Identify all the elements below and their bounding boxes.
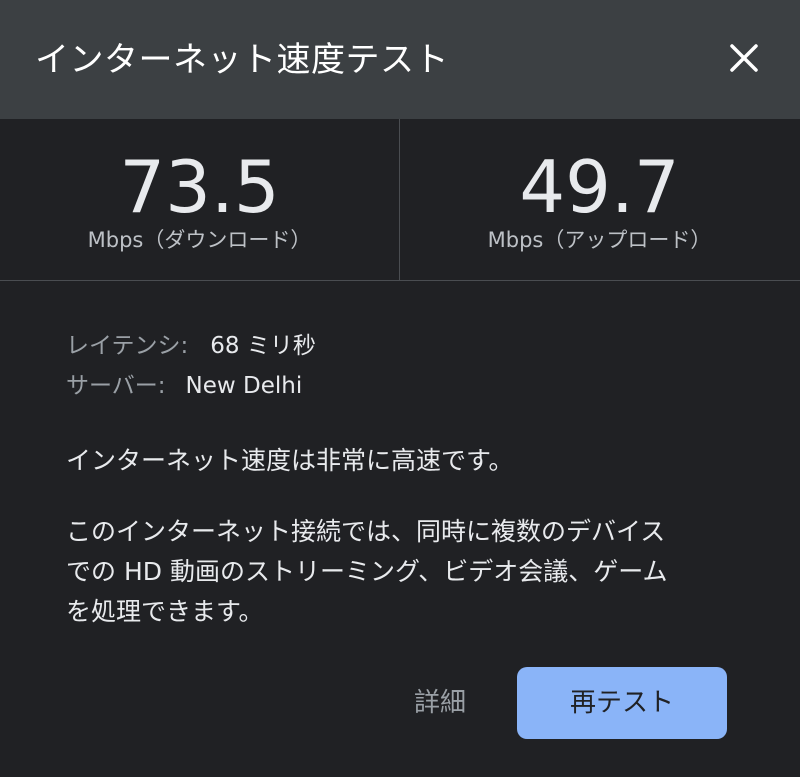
close-button[interactable] [722,36,766,80]
dialog-title: インターネット速度テスト [35,40,449,80]
speed-results: 73.5 Mbps（ダウンロード） 49.7 Mbps（アップロード） [0,119,800,281]
retest-button[interactable]: 再テスト [517,667,727,739]
details-button[interactable]: 詳細 [390,667,490,739]
download-speed-unit: Mbps（ダウンロード） [87,228,312,252]
speed-description: このインターネット接続では、同時に複数のデバイス での HD 動画のストリーミン… [66,512,746,632]
server-row: サーバー: New Delhi [66,371,302,401]
close-icon [730,44,758,72]
server-label: サーバー: [66,373,166,399]
download-speed-value: 73.5 [119,145,280,229]
speed-summary-message: インターネット速度は非常に高速です。 [66,446,514,475]
server-value: New Delhi [185,373,303,399]
description-line: このインターネット接続では、同時に複数のデバイス [66,517,666,546]
latency-row: レイテンシ: 68 ミリ秒 [66,331,316,361]
description-line: での HD 動画のストリーミング、ビデオ会議、ゲーム [66,557,668,586]
speed-test-dialog: インターネット速度テスト 73.5 Mbps（ダウンロード） 49.7 Mbps… [0,0,800,777]
description-line: を処理できます。 [66,597,264,626]
download-speed: 73.5 Mbps（ダウンロード） [0,119,399,280]
latency-value: 68 ミリ秒 [210,333,316,359]
upload-speed-value: 49.7 [519,145,680,229]
upload-speed-unit: Mbps（アップロード） [487,228,712,252]
upload-speed: 49.7 Mbps（アップロード） [400,119,799,280]
latency-label: レイテンシ: [66,333,189,359]
dialog-header: インターネット速度テスト [0,0,800,119]
